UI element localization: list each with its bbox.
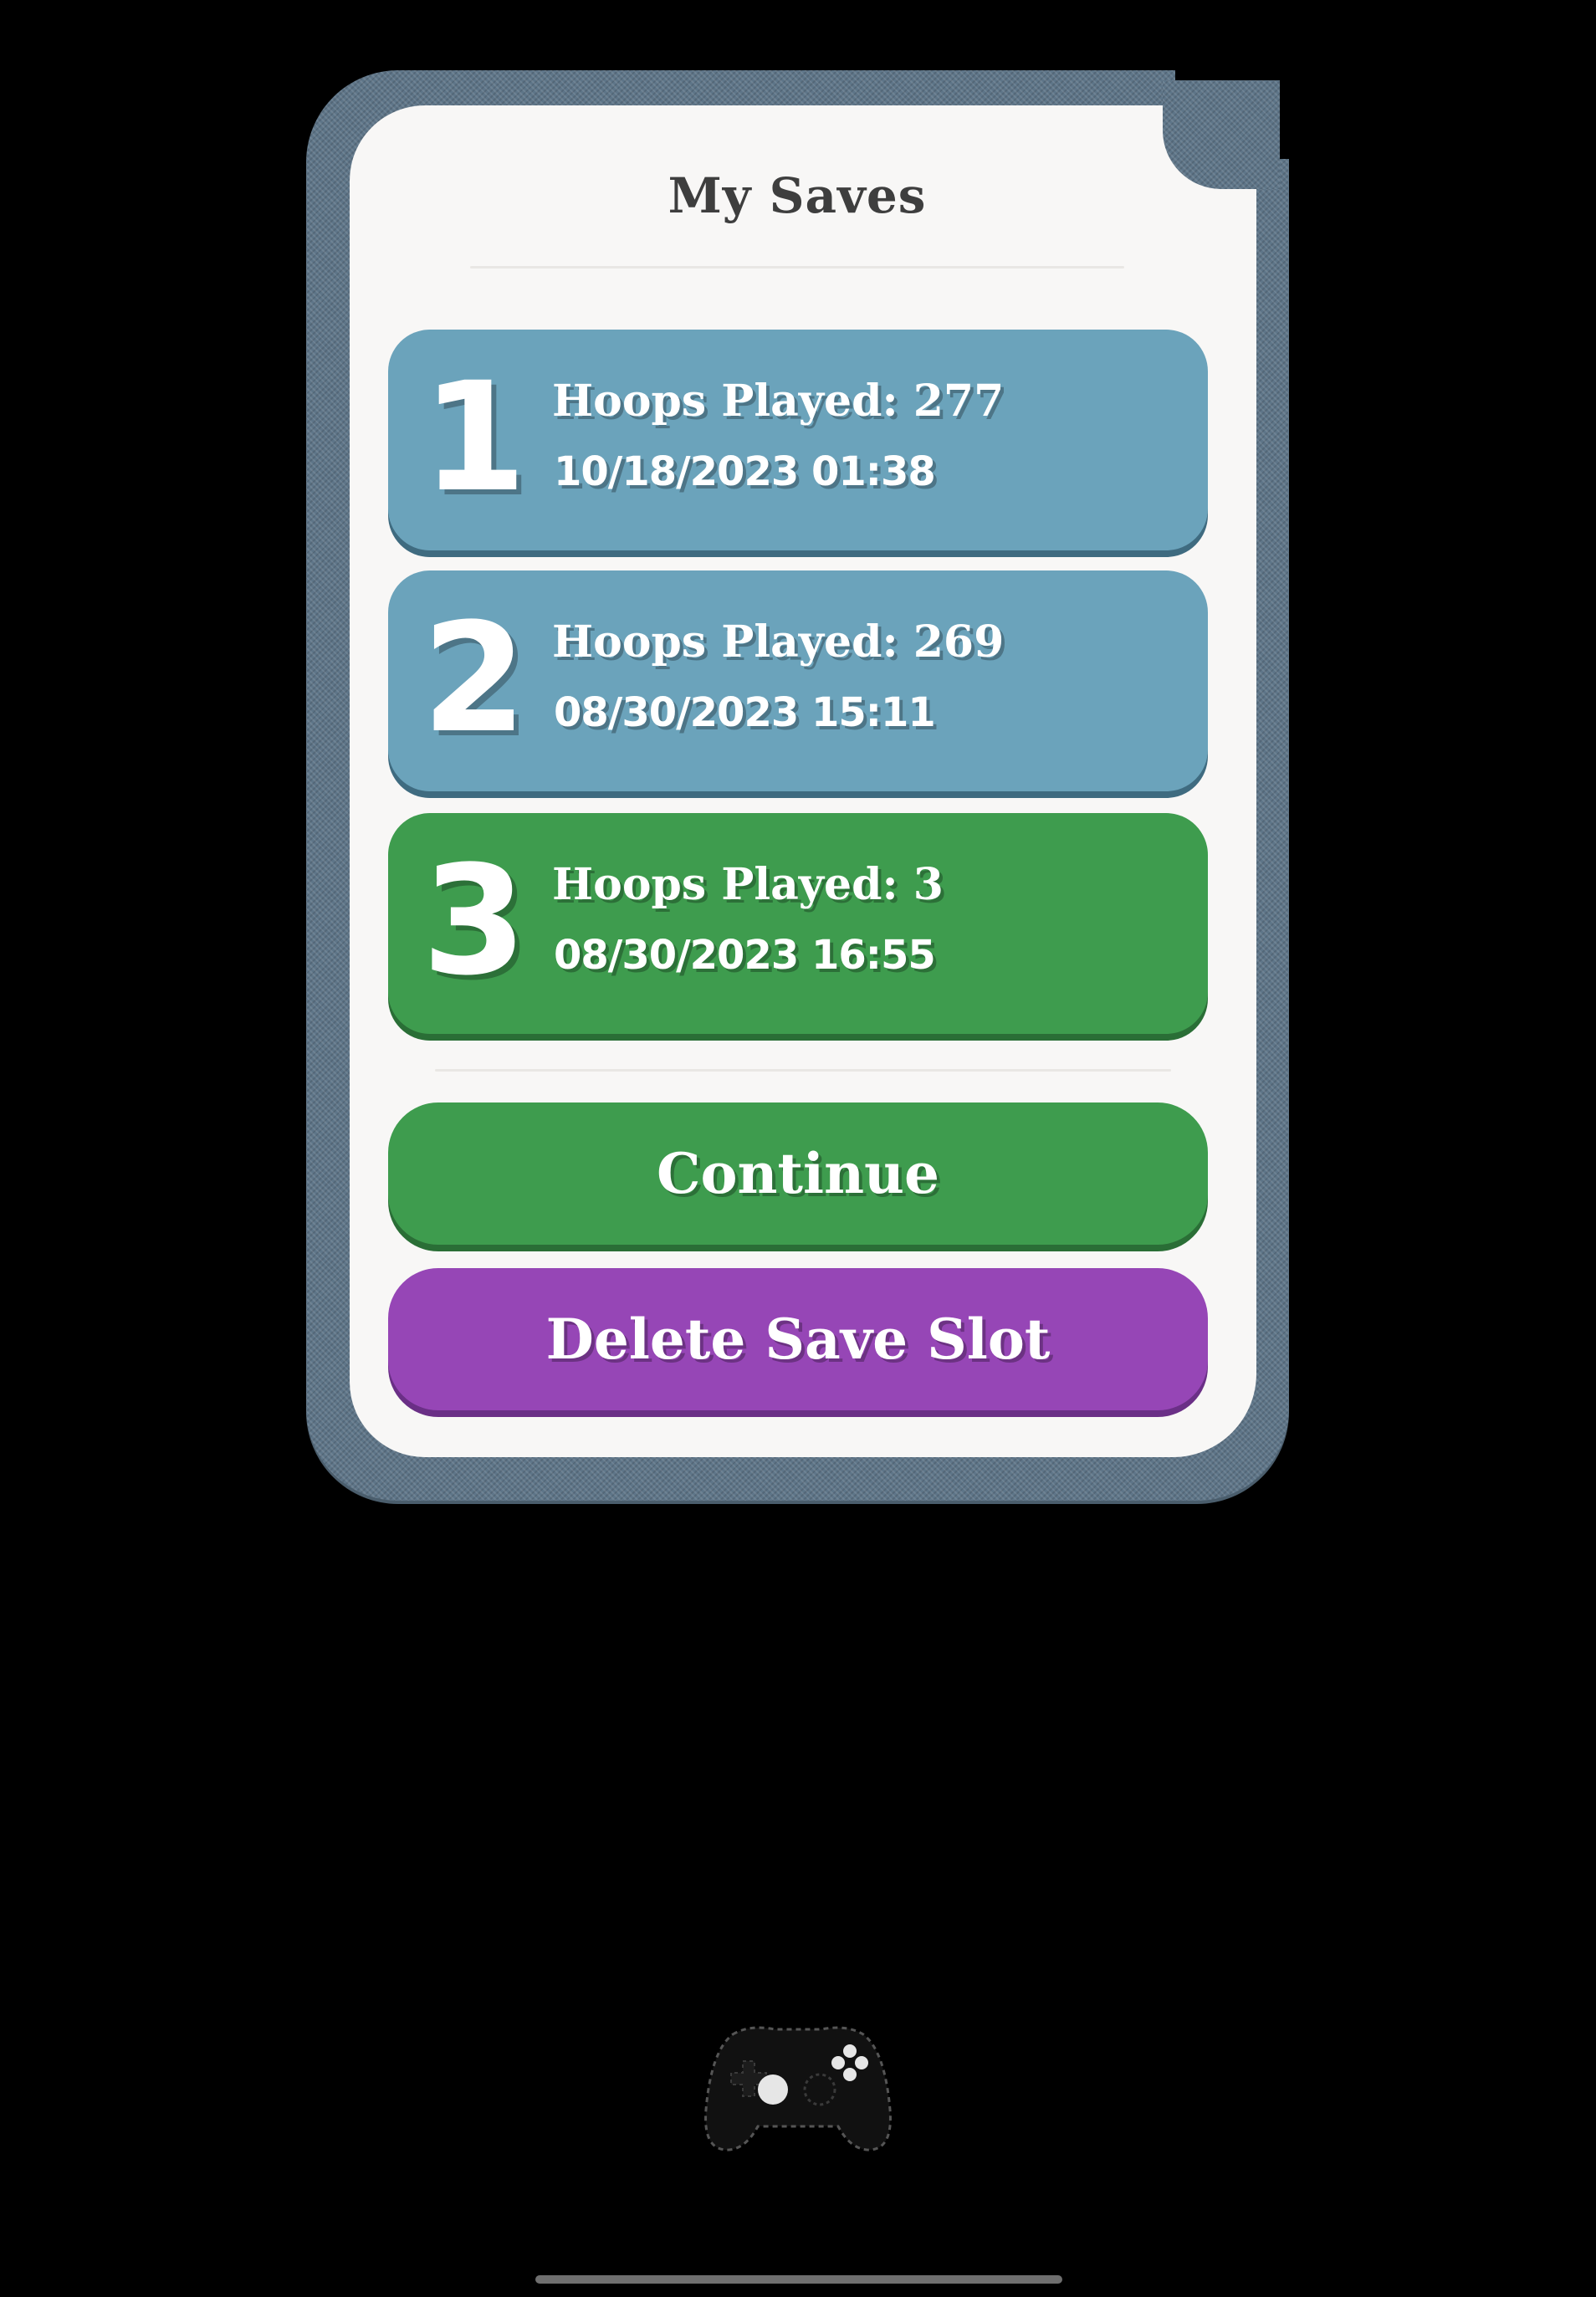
gamepad-icon[interactable] [699,2018,897,2158]
slot-timestamp: 10/18/2023 01:38 [554,448,936,495]
home-indicator[interactable] [535,2275,1062,2284]
continue-button[interactable]: Continue [388,1102,1208,1245]
slot-number: 2 [422,591,527,766]
page-title: My Saves [668,167,927,224]
slot-timestamp: 08/30/2023 15:11 [554,689,936,736]
slot-number: 3 [422,834,527,1009]
title-divider [470,266,1124,269]
slot-timestamp: 08/30/2023 16:55 [554,932,936,979]
slot-hoops-played: Hoops Played: 277 [552,376,1005,427]
slot-hoops-played: Hoops Played: 269 [552,616,1005,668]
actions-divider [435,1069,1171,1072]
slot-number: 1 [422,350,527,525]
slot-hoops-played: Hoops Played: 3 [552,859,944,910]
save-slot-2[interactable]: 2 Hoops Played: 269 08/30/2023 15:11 [388,570,1208,791]
delete-save-slot-button[interactable]: Delete Save Slot [388,1268,1208,1410]
save-slot-3[interactable]: 3 Hoops Played: 3 08/30/2023 16:55 [388,813,1208,1034]
save-slot-1[interactable]: 1 Hoops Played: 277 10/18/2023 01:38 [388,330,1208,550]
